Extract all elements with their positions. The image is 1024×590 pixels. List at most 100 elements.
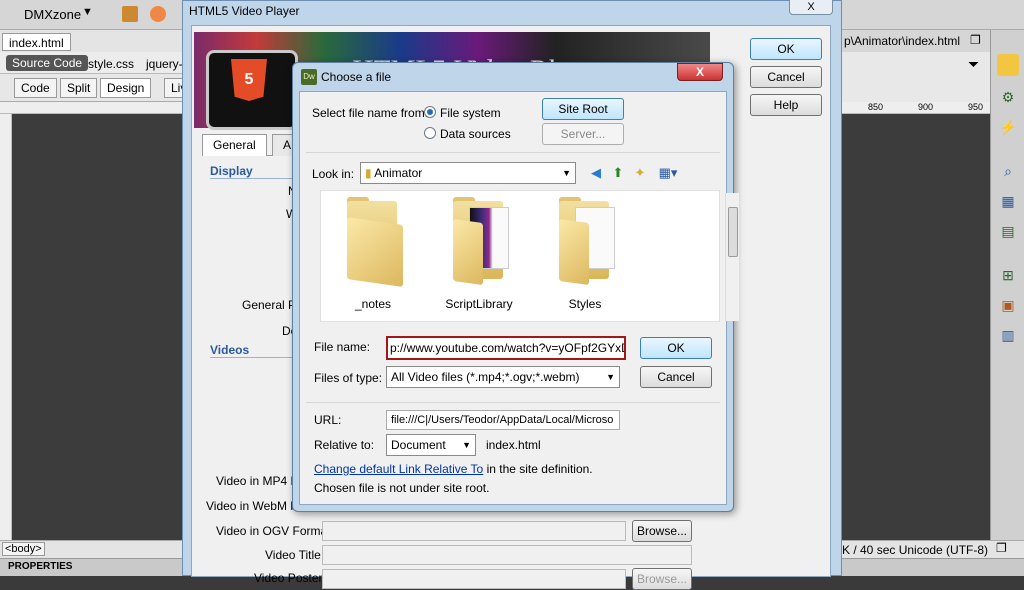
ogv-video-field[interactable] [322, 521, 626, 541]
video-poster-field[interactable] [322, 569, 626, 589]
chosen-file-note: Chosen file is not under site root. [314, 481, 490, 495]
folder-label: _notes [354, 297, 392, 311]
code-view-button[interactable]: Code [14, 78, 57, 98]
scrollbar-thumb[interactable] [728, 207, 738, 257]
chevron-down-icon: ▼ [462, 440, 471, 450]
document-toolbar: Code Split Design Liv [0, 74, 194, 102]
folder-item[interactable]: _notes [323, 197, 423, 317]
relative-to-select[interactable]: Document ▼ [386, 434, 476, 456]
file-name-label: File name: [314, 340, 371, 354]
dialog-body: Select file name from: File system Data … [299, 91, 739, 505]
document-path: p\Animator\index.html ❐ [840, 30, 990, 52]
look-in-label: Look in: [312, 167, 355, 181]
change-link-sentence: Change default Link Relative To in the s… [314, 462, 593, 476]
dialog-title: HTML5 Video Player [189, 4, 300, 18]
properties-label: PROPERTIES [8, 561, 73, 572]
chevron-down-icon: ▼ [562, 168, 571, 178]
ok-button[interactable]: OK [640, 337, 712, 359]
sync-icon[interactable] [150, 6, 166, 22]
document-path-text: p\Animator\index.html [844, 34, 961, 48]
ruler-tick-label: 900 [918, 102, 934, 112]
change-default-link[interactable]: Change default Link Relative To [314, 462, 483, 476]
table-icon[interactable]: ▤ [997, 220, 1019, 242]
radio-data-sources-label[interactable]: Data sources [440, 127, 511, 141]
design-canvas-right[interactable] [840, 114, 990, 540]
related-files-bar: Source Code style.css jquery- [0, 52, 190, 74]
dreamweaver-app-icon: Dw [301, 69, 317, 85]
url-field[interactable]: file:///C|/Users/Teodor/AppData/Local/Mi… [386, 410, 620, 430]
new-folder-icon[interactable]: ✦ [632, 165, 648, 181]
server-button[interactable]: Server... [542, 123, 624, 145]
ruler-tick-label: 950 [968, 102, 984, 112]
look-in-select[interactable]: ▮ Animator ▼ [360, 162, 576, 184]
dialog-title: Choose a file [321, 70, 392, 84]
select-from-label: Select file name from: [312, 106, 429, 120]
site-root-button[interactable]: Site Root [542, 98, 624, 120]
folder-icon: ▮ [365, 166, 372, 180]
relative-to-file: index.html [486, 438, 541, 452]
related-file-style-css[interactable]: style.css [82, 55, 140, 73]
radio-file-system-label[interactable]: File system [440, 106, 501, 120]
relative-to-value: Document [391, 438, 446, 452]
database-icon[interactable]: ⚙ [997, 86, 1019, 108]
browse-ogv-button[interactable]: Browse... [632, 520, 692, 542]
related-file-source-code[interactable]: Source Code [6, 55, 89, 71]
file-list[interactable]: _notes ScriptLibrary Styles [320, 190, 739, 322]
up-folder-icon[interactable]: ⬆ [610, 165, 626, 181]
section-display: Display [210, 164, 253, 178]
restore-window-icon[interactable]: ❐ [996, 541, 1007, 555]
design-view-button[interactable]: Design [100, 78, 152, 98]
change-link-suffix: in the site definition. [483, 462, 593, 476]
help-button[interactable]: Help [750, 94, 822, 116]
lightning-icon[interactable]: ⚡ [997, 116, 1019, 138]
split-view-button[interactable]: Split [60, 78, 98, 98]
field-label: Video Poster: [254, 571, 326, 585]
field-label: Video in OGV Format: [216, 524, 334, 538]
components-icon[interactable]: ▦ [997, 190, 1019, 212]
radio-file-system[interactable] [424, 106, 436, 118]
tab-index-html[interactable]: index.html [2, 33, 71, 51]
relative-to-label: Relative to: [314, 438, 375, 452]
files-of-type-label: Files of type: [314, 371, 383, 385]
tab-general[interactable]: General [202, 134, 267, 156]
file-name-input[interactable]: p://www.youtube.com/watch?v=yOFpf2GYxDk [386, 336, 626, 360]
folder-front [347, 217, 403, 287]
folder-label: ScriptLibrary [445, 297, 513, 311]
restore-window-icon[interactable]: ❐ [970, 33, 981, 47]
close-button[interactable]: X [677, 63, 723, 81]
folder-item[interactable]: ScriptLibrary [429, 197, 529, 317]
files-of-type-value: All Video files (*.mp4;*.ogv;*.webm) [391, 370, 580, 384]
files-of-type-select[interactable]: All Video files (*.mp4;*.ogv;*.webm) ▼ [386, 366, 620, 388]
panel-dock: ⚙ ⚡ ⌕ ▦ ▤ ⊞ ▣ ▥ [990, 30, 1024, 576]
filter-icon[interactable]: ⏷ [968, 56, 979, 73]
radio-data-sources[interactable] [424, 127, 436, 139]
ok-button[interactable]: OK [750, 38, 822, 60]
sitemap-icon[interactable]: ⊞ [997, 264, 1019, 286]
page-code-icon[interactable]: ▥ [997, 324, 1019, 346]
cancel-button[interactable]: Cancel [750, 66, 822, 88]
insert-panel-icon[interactable] [997, 54, 1019, 76]
look-in-value: Animator [374, 166, 423, 180]
workspace-switcher[interactable]: DMXzone [24, 7, 81, 22]
html5-shield-icon: 5 [231, 59, 267, 101]
close-button[interactable]: X [789, 0, 833, 15]
html5-logo: 5 [206, 50, 298, 130]
tag-selector-body[interactable]: <body> [2, 542, 45, 556]
view-menu-icon[interactable]: ▦▾ [656, 165, 680, 181]
cancel-button[interactable]: Cancel [640, 366, 712, 388]
horizontal-ruler [0, 102, 190, 114]
video-title-field[interactable] [322, 545, 692, 565]
chevron-down-icon: ▼ [606, 372, 615, 382]
chevron-down-icon[interactable]: ▼ [82, 6, 93, 18]
vertical-scrollbar[interactable] [725, 193, 739, 321]
browse-poster-button[interactable]: Browse... [632, 568, 692, 590]
back-icon[interactable]: ◀ [588, 165, 604, 181]
extension-icon[interactable] [122, 6, 138, 22]
field-label: Video in WebM Fo [206, 499, 305, 513]
folder-item[interactable]: Styles [535, 197, 635, 317]
divider [306, 402, 720, 403]
design-canvas[interactable] [12, 114, 190, 540]
toolbox-icon[interactable]: ▣ [997, 294, 1019, 316]
ruler-tick-label: 850 [868, 102, 884, 112]
code-inspect-icon[interactable]: ⌕ [997, 160, 1019, 182]
